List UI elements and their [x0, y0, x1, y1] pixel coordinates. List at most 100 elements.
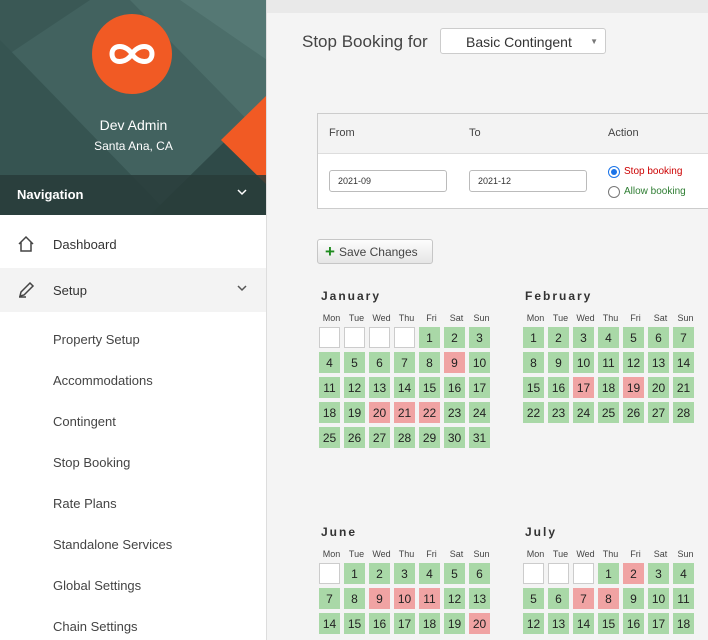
day-cell-available[interactable]: 10 [469, 352, 490, 373]
day-cell-available[interactable]: 19 [344, 402, 365, 423]
day-cell-available[interactable]: 12 [523, 613, 544, 634]
day-cell-available[interactable]: 15 [523, 377, 544, 398]
save-changes-button[interactable]: + Save Changes [317, 239, 433, 264]
day-cell-available[interactable]: 3 [394, 563, 415, 584]
day-cell-available[interactable]: 25 [598, 402, 619, 423]
day-cell-available[interactable]: 6 [469, 563, 490, 584]
day-cell-available[interactable]: 11 [673, 588, 694, 609]
day-cell-available[interactable]: 27 [369, 427, 390, 448]
day-cell-available[interactable]: 27 [648, 402, 669, 423]
day-cell-available[interactable]: 2 [548, 327, 569, 348]
day-cell-available[interactable]: 28 [394, 427, 415, 448]
avatar[interactable] [92, 14, 172, 94]
day-cell-available[interactable]: 20 [648, 377, 669, 398]
day-cell-available[interactable]: 13 [469, 588, 490, 609]
day-cell-stopped[interactable]: 11 [419, 588, 440, 609]
sidebar-subitem-global-settings[interactable]: Global Settings [53, 578, 141, 593]
day-cell-available[interactable]: 11 [598, 352, 619, 373]
day-cell-available[interactable]: 18 [673, 613, 694, 634]
day-cell-available[interactable]: 9 [623, 588, 644, 609]
day-cell-available[interactable]: 8 [523, 352, 544, 373]
day-cell-available[interactable]: 11 [319, 377, 340, 398]
day-cell-available[interactable]: 3 [469, 327, 490, 348]
day-cell-available[interactable]: 16 [369, 613, 390, 634]
day-cell-available[interactable]: 14 [319, 613, 340, 634]
day-cell-stopped[interactable]: 2 [623, 563, 644, 584]
sidebar-item-dashboard[interactable]: Dashboard [0, 222, 266, 266]
sidebar-item-setup[interactable]: Setup [0, 268, 266, 312]
day-cell-available[interactable]: 13 [548, 613, 569, 634]
day-cell-stopped[interactable]: 20 [469, 613, 490, 634]
day-cell-stopped[interactable]: 9 [369, 588, 390, 609]
day-cell-available[interactable]: 14 [673, 352, 694, 373]
day-cell-available[interactable]: 16 [444, 377, 465, 398]
day-cell-available[interactable]: 16 [548, 377, 569, 398]
day-cell-available[interactable]: 13 [648, 352, 669, 373]
day-cell-available[interactable]: 28 [673, 402, 694, 423]
day-cell-stopped[interactable]: 17 [573, 377, 594, 398]
day-cell-available[interactable]: 14 [394, 377, 415, 398]
day-cell-available[interactable]: 13 [369, 377, 390, 398]
day-cell-available[interactable]: 8 [419, 352, 440, 373]
day-cell-available[interactable]: 17 [394, 613, 415, 634]
day-cell-stopped[interactable]: 20 [369, 402, 390, 423]
day-cell-available[interactable]: 1 [523, 327, 544, 348]
stop-booking-radio[interactable] [608, 166, 620, 178]
day-cell-stopped[interactable]: 22 [419, 402, 440, 423]
day-cell-available[interactable]: 14 [573, 613, 594, 634]
day-cell-stopped[interactable]: 10 [394, 588, 415, 609]
day-cell-available[interactable]: 15 [598, 613, 619, 634]
day-cell-stopped[interactable]: 8 [598, 588, 619, 609]
day-cell-available[interactable]: 29 [419, 427, 440, 448]
day-cell-available[interactable]: 8 [344, 588, 365, 609]
day-cell-available[interactable]: 7 [673, 327, 694, 348]
day-cell-available[interactable]: 18 [598, 377, 619, 398]
sidebar-subitem-property-setup[interactable]: Property Setup [53, 332, 140, 347]
day-cell-available[interactable]: 30 [444, 427, 465, 448]
day-cell-available[interactable]: 5 [444, 563, 465, 584]
day-cell-available[interactable]: 7 [319, 588, 340, 609]
day-cell-available[interactable]: 16 [623, 613, 644, 634]
day-cell-available[interactable]: 7 [394, 352, 415, 373]
sidebar-subitem-contingent[interactable]: Contingent [53, 414, 116, 429]
day-cell-available[interactable]: 19 [444, 613, 465, 634]
contingent-select[interactable]: Basic Contingent ▼ [440, 28, 606, 54]
day-cell-available[interactable]: 4 [319, 352, 340, 373]
allow-booking-radio[interactable] [608, 186, 620, 198]
day-cell-available[interactable]: 10 [573, 352, 594, 373]
day-cell-available[interactable]: 21 [673, 377, 694, 398]
day-cell-available[interactable]: 12 [344, 377, 365, 398]
day-cell-available[interactable]: 5 [344, 352, 365, 373]
day-cell-available[interactable]: 23 [548, 402, 569, 423]
sidebar-subitem-standalone-services[interactable]: Standalone Services [53, 537, 172, 552]
from-date-input[interactable]: 2021-09 [329, 170, 447, 192]
day-cell-available[interactable]: 12 [444, 588, 465, 609]
to-date-input[interactable]: 2021-12 [469, 170, 587, 192]
day-cell-available[interactable]: 18 [319, 402, 340, 423]
day-cell-available[interactable]: 9 [548, 352, 569, 373]
sidebar-subitem-rate-plans[interactable]: Rate Plans [53, 496, 117, 511]
day-cell-available[interactable]: 24 [573, 402, 594, 423]
day-cell-available[interactable]: 24 [469, 402, 490, 423]
sidebar-subitem-chain-settings[interactable]: Chain Settings [53, 619, 138, 634]
day-cell-available[interactable]: 25 [319, 427, 340, 448]
stop-booking-label[interactable]: Stop booking [624, 166, 682, 177]
day-cell-available[interactable]: 10 [648, 588, 669, 609]
day-cell-available[interactable]: 15 [419, 377, 440, 398]
day-cell-available[interactable]: 15 [344, 613, 365, 634]
day-cell-available[interactable]: 1 [598, 563, 619, 584]
allow-booking-label[interactable]: Allow booking [624, 186, 686, 197]
day-cell-available[interactable]: 5 [523, 588, 544, 609]
day-cell-available[interactable]: 6 [648, 327, 669, 348]
day-cell-available[interactable]: 4 [419, 563, 440, 584]
day-cell-available[interactable]: 3 [648, 563, 669, 584]
day-cell-stopped[interactable]: 9 [444, 352, 465, 373]
navigation-toggle[interactable]: Navigation [0, 175, 266, 215]
sidebar-subitem-accommodations[interactable]: Accommodations [53, 373, 153, 388]
day-cell-available[interactable]: 4 [673, 563, 694, 584]
day-cell-available[interactable]: 2 [369, 563, 390, 584]
day-cell-available[interactable]: 1 [344, 563, 365, 584]
day-cell-available[interactable]: 4 [598, 327, 619, 348]
day-cell-available[interactable]: 22 [523, 402, 544, 423]
day-cell-available[interactable]: 6 [369, 352, 390, 373]
